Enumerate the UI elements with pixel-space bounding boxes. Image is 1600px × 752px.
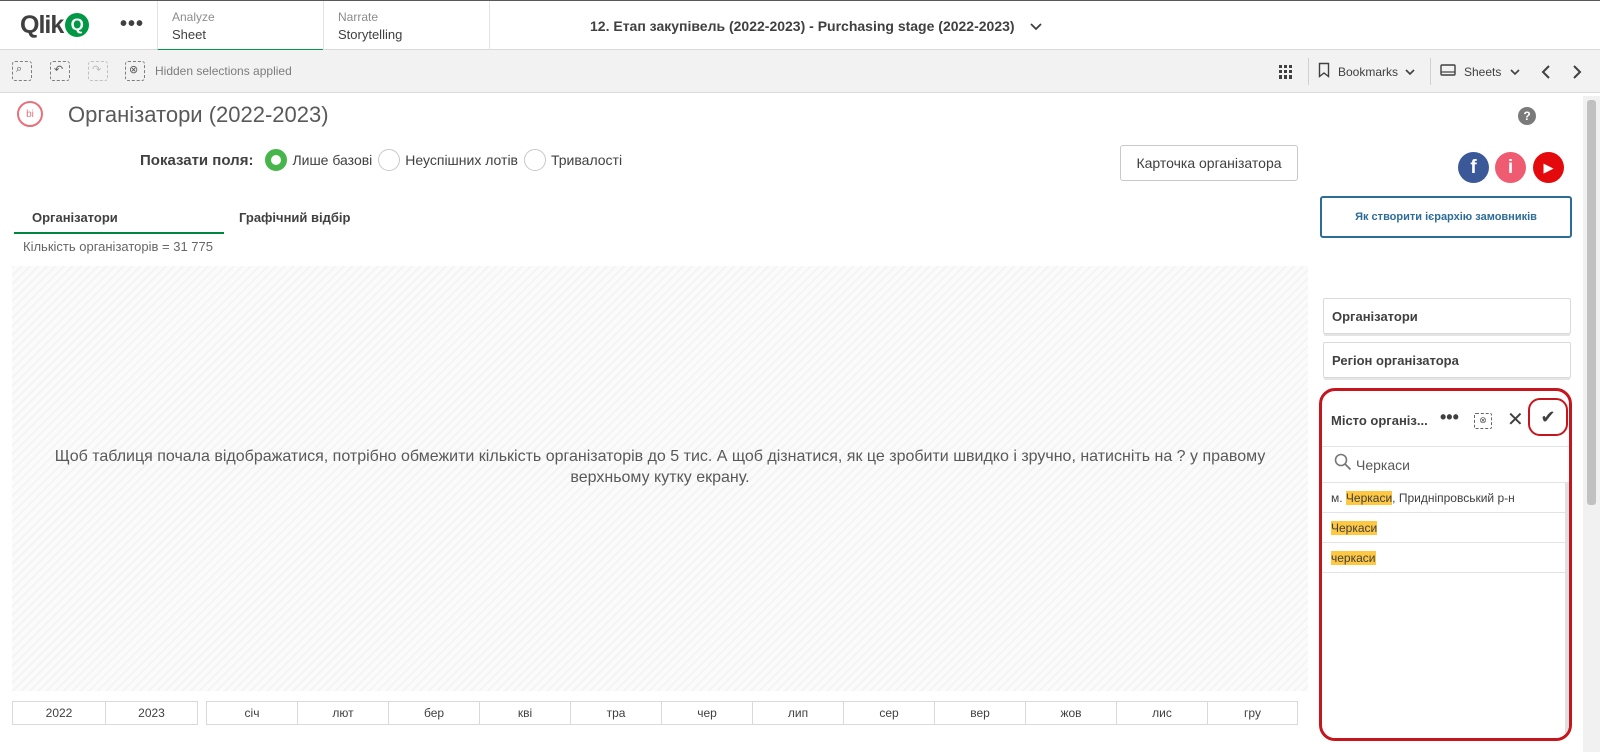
- qlik-logo-text: Qlik: [20, 10, 64, 39]
- chevron-down-icon: [1030, 18, 1043, 34]
- month-may[interactable]: тра: [570, 701, 661, 725]
- list-item-text: м.: [1331, 491, 1346, 505]
- bookmark-icon: [1318, 62, 1330, 81]
- month-sep[interactable]: вер: [934, 701, 1025, 725]
- radio-basic-label: Лише базові: [292, 152, 373, 168]
- step-back-icon[interactable]: ↶: [50, 61, 70, 81]
- bookmarks-button[interactable]: Bookmarks: [1318, 50, 1415, 93]
- app-title-text: 12. Етап закупівель (2022-2023) - Purcha…: [590, 18, 1015, 34]
- list-item[interactable]: черкаси: [1322, 543, 1569, 573]
- list-item-highlight: Черкаси: [1345, 491, 1393, 505]
- page-scrollbar[interactable]: [1583, 96, 1600, 752]
- list-item-text: , Придніпровський р-н: [1392, 491, 1515, 505]
- filter-organizers[interactable]: Організатори: [1323, 298, 1571, 334]
- page-scrollbar-thumb[interactable]: [1587, 100, 1596, 505]
- radio-durations[interactable]: Тривалості: [524, 149, 622, 171]
- grid-view-icon[interactable]: [1278, 50, 1294, 93]
- radio-unchecked-icon: [378, 149, 401, 171]
- list-item-highlight: Черкаси: [1331, 521, 1378, 535]
- sheets-button[interactable]: Sheets: [1440, 50, 1520, 93]
- toolbar-separator: [1430, 58, 1431, 85]
- month-oct[interactable]: жов: [1025, 701, 1116, 725]
- app-title-dropdown[interactable]: 12. Етап закупівель (2022-2023) - Purcha…: [590, 18, 1043, 34]
- toolbar-separator: [1308, 58, 1309, 85]
- radio-unchecked-icon: [524, 149, 546, 171]
- sheets-icon: [1440, 63, 1456, 80]
- hierarchy-howto-button[interactable]: Як створити ієрархію замовників: [1320, 196, 1572, 238]
- city-listbox: Місто організ... ••• ⊗ ✕ ✔ м. Черкаси, П…: [1319, 388, 1572, 741]
- sheet-title: Організатори (2022-2023): [68, 102, 329, 127]
- month-nov[interactable]: лис: [1116, 701, 1207, 725]
- qlik-logo[interactable]: Qlik Q: [20, 10, 90, 40]
- step-forward-icon[interactable]: ↷: [88, 61, 108, 81]
- month-dec[interactable]: гру: [1207, 701, 1298, 725]
- smart-search-icon[interactable]: ⌕: [12, 61, 32, 81]
- list-item[interactable]: м. Черкаси, Придніпровський р-н: [1322, 483, 1569, 513]
- month-apr[interactable]: кві: [479, 701, 570, 725]
- next-sheet-icon[interactable]: [1572, 50, 1582, 93]
- youtube-icon[interactable]: ▶: [1533, 152, 1564, 183]
- selections-toolbar: ⌕ ↶ ↷ ⊗ Hidden selections applied Bookma…: [0, 50, 1600, 93]
- sheets-label: Sheets: [1464, 64, 1502, 79]
- help-icon[interactable]: ?: [1518, 107, 1536, 125]
- clear-selections-icon[interactable]: ⊗: [125, 61, 145, 81]
- year-filter: 2022 2023: [12, 701, 198, 725]
- clear-selection-icon[interactable]: ⊗: [1474, 413, 1492, 429]
- month-filter: січ лют бер кві тра чер лип сер вер жов …: [206, 701, 1298, 725]
- radio-checked-icon: [265, 149, 288, 171]
- top-bar: Qlik Q ••• Analyze Sheet Narrate Storyte…: [0, 0, 1600, 51]
- bookmarks-label: Bookmarks: [1338, 64, 1399, 79]
- year-2023[interactable]: 2023: [105, 701, 198, 725]
- table-limit-message-line1: Щоб таблиця почала відображатися, потріб…: [54, 448, 1266, 465]
- organizers-count: Кількість організаторів = 31 775: [23, 239, 213, 254]
- tab-narrate-sublabel: Storytelling: [338, 27, 403, 42]
- facebook-icon[interactable]: f: [1458, 152, 1489, 183]
- fields-label: Показати поля:: [140, 151, 254, 169]
- previous-sheet-icon[interactable]: [1541, 50, 1551, 93]
- table-limit-message-line2: верхньому кутку екрану.: [570, 469, 750, 486]
- month-jun[interactable]: чер: [661, 701, 752, 725]
- year-2022[interactable]: 2022: [12, 701, 105, 725]
- tab-narrate-storytelling[interactable]: Narrate Storytelling: [323, 1, 490, 51]
- tab-analyze-sublabel: Sheet: [172, 27, 206, 42]
- table-placeholder: Щоб таблиця почала відображатися, потріб…: [12, 266, 1308, 691]
- month-jul[interactable]: лип: [752, 701, 843, 725]
- list-item[interactable]: Черкаси: [1322, 513, 1569, 543]
- listbox-header: Місто організ... ••• ⊗ ✕ ✔: [1322, 391, 1569, 447]
- tab-organizers[interactable]: Організатори: [14, 202, 224, 234]
- chevron-down-icon: [1510, 65, 1520, 79]
- sheet-logo-icon: bi: [17, 101, 43, 127]
- list-item-highlight: черкаси: [1331, 551, 1376, 565]
- month-jan[interactable]: січ: [206, 701, 297, 725]
- fields-radio-group: Показати поля: Лише базові Неуспішних ло…: [140, 148, 628, 172]
- filter-region[interactable]: Регіон організатора: [1323, 342, 1571, 378]
- table-limit-message: Щоб таблиця почала відображатися, потріб…: [32, 446, 1288, 488]
- tab-narrate-label: Narrate: [338, 10, 379, 24]
- hidden-selections-text: Hidden selections applied: [155, 64, 292, 78]
- global-menu-button[interactable]: •••: [120, 13, 144, 36]
- qlik-logo-q: Q: [65, 13, 90, 37]
- listbox-title: Місто організ...: [1331, 413, 1428, 428]
- month-aug[interactable]: сер: [843, 701, 934, 725]
- radio-basic[interactable]: Лише базові: [265, 149, 372, 171]
- confirm-selection-icon[interactable]: ✔: [1528, 398, 1568, 436]
- search-icon: [1334, 453, 1352, 477]
- month-feb[interactable]: лют: [297, 701, 388, 725]
- listbox-search-input[interactable]: [1356, 455, 1556, 475]
- radio-durations-label: Тривалості: [551, 152, 623, 168]
- month-mar[interactable]: бер: [388, 701, 479, 725]
- tab-analyze-sheet[interactable]: Analyze Sheet: [157, 1, 323, 51]
- radio-unsuccessful-lots[interactable]: Неуспішних лотів: [378, 149, 518, 171]
- listbox-more-icon[interactable]: •••: [1440, 407, 1459, 428]
- tab-graphic-selection[interactable]: Графічний відбір: [224, 202, 424, 234]
- radio-unsuccessful-lots-label: Неуспішних лотів: [405, 152, 518, 168]
- organizer-card-button[interactable]: Карточка організатора: [1120, 145, 1298, 181]
- listbox-scrollbar[interactable]: [1565, 483, 1569, 733]
- cancel-selection-icon[interactable]: ✕: [1507, 407, 1524, 432]
- info-icon[interactable]: i: [1495, 152, 1526, 183]
- tab-analyze-label: Analyze: [172, 10, 215, 24]
- listbox-search: [1322, 447, 1569, 483]
- chevron-down-icon: [1405, 65, 1415, 79]
